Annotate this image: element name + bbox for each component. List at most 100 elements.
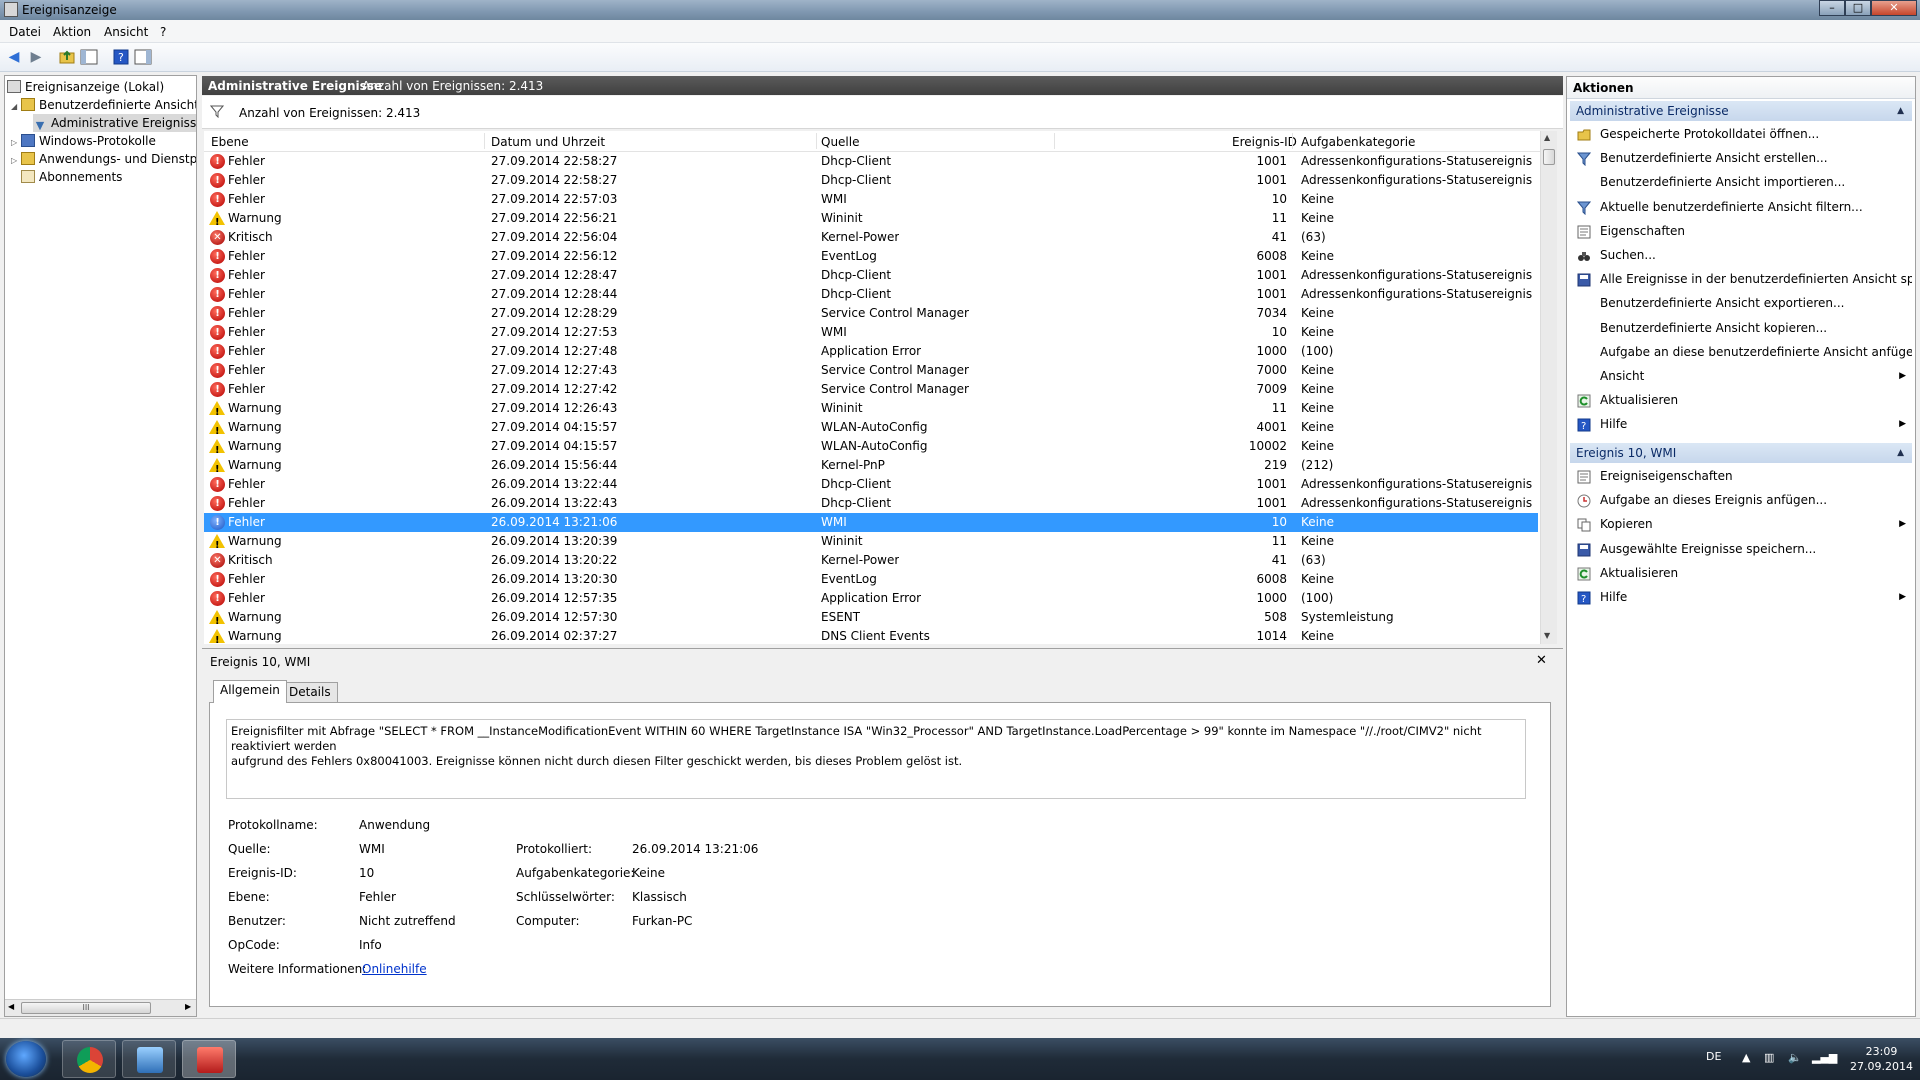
action-aktualisieren[interactable]: Aktualisieren xyxy=(1570,389,1912,411)
table-row[interactable]: ! Fehler 27.09.2014 12:27:48 Application Er… xyxy=(204,342,1538,361)
table-row[interactable]: ! Fehler 26.09.2014 12:57:35 Application Er… xyxy=(204,589,1538,608)
table-row[interactable]: ✕ Kritisch 27.09.2014 22:56:04 Kernel-Power… xyxy=(204,228,1538,247)
forward-arrow-icon[interactable]: ▶ xyxy=(27,48,45,66)
tree-node-subscriptions[interactable]: Abonnements xyxy=(11,168,122,186)
action-aufgabe-an-dieses-ereignis-anfügen[interactable]: Aufgabe an dieses Ereignis anfügen... xyxy=(1570,489,1912,511)
scroll-down-icon[interactable]: ▼ xyxy=(1544,631,1550,640)
online-help-link[interactable]: Onlinehilfe xyxy=(362,962,427,976)
language-indicator[interactable]: DE xyxy=(1706,1050,1721,1063)
tree-horizontal-scrollbar[interactable]: ◀ III ▶ xyxy=(5,999,196,1016)
up-folder-icon[interactable] xyxy=(58,48,76,66)
table-row[interactable]: ! Fehler 27.09.2014 22:56:12 EventLog 6008 Ke… xyxy=(204,247,1538,266)
signal-icon[interactable]: ▂▄▆ xyxy=(1812,1051,1837,1064)
table-row[interactable]: ! Fehler 26.09.2014 13:20:30 EventLog 6008 Ke… xyxy=(204,570,1538,589)
table-row[interactable]: ! Warnung 26.09.2014 12:57:30 ESENT 508 Syste… xyxy=(204,608,1538,627)
minimize-button[interactable]: – xyxy=(1819,0,1845,16)
table-row[interactable]: ! Fehler 26.09.2014 13:22:43 Dhcp-Client 100… xyxy=(204,494,1538,513)
action-aufgabe-an-diese-benutzerdefinierte-ansicht-anfügen[interactable]: Aufgabe an diese benutzerdefinierte Ansi… xyxy=(1570,341,1912,363)
table-row[interactable]: ! Fehler 26.09.2014 13:21:06 WMI 10 Keine xyxy=(204,513,1538,532)
event-list-header: Ebene Datum und Uhrzeit Quelle Ereignis-… xyxy=(204,131,1550,152)
column-header-event-id[interactable]: Ereignis-ID xyxy=(1232,135,1297,149)
tree-node-root[interactable]: Ereignisanzeige (Lokal) xyxy=(7,78,164,96)
action-gespeicherte-protokolldatei-öffnen[interactable]: Gespeicherte Protokolldatei öffnen... xyxy=(1570,123,1912,145)
close-detail-icon[interactable]: ✕ xyxy=(1536,653,1547,668)
table-row[interactable]: ✕ Kritisch 26.09.2014 13:20:22 Kernel-Power… xyxy=(204,551,1538,570)
collapse-triangle-icon[interactable]: ◢ xyxy=(11,98,21,116)
network-tray-icon[interactable]: ▥ xyxy=(1764,1051,1774,1064)
table-row[interactable]: ! Warnung 26.09.2014 13:20:39 Wininit 11 Kein… xyxy=(204,532,1538,551)
help-icon[interactable]: ? xyxy=(112,48,130,66)
action-aktuelle-benutzerdefinierte-ansicht-filtern[interactable]: Aktuelle benutzerdefinierte Ansicht filt… xyxy=(1570,196,1912,218)
collapse-section-icon[interactable]: ▲ xyxy=(1897,101,1904,121)
action-suchen[interactable]: Suchen... xyxy=(1570,244,1912,266)
show-hide-tree-icon[interactable] xyxy=(80,48,98,66)
action-benutzerdefinierte-ansicht-kopieren[interactable]: Benutzerdefinierte Ansicht kopieren... xyxy=(1570,317,1912,339)
action-hilfe[interactable]: ? Hilfe ▶ xyxy=(1570,586,1912,608)
action-hilfe[interactable]: ? Hilfe ▶ xyxy=(1570,413,1912,435)
scroll-up-icon[interactable]: ▲ xyxy=(1544,133,1550,142)
tab-allgemein[interactable]: Allgemein xyxy=(213,680,287,703)
actions-section-event[interactable]: Ereignis 10, WMI ▲ xyxy=(1570,443,1912,463)
table-row[interactable]: ! Fehler 27.09.2014 22:57:03 WMI 10 Keine xyxy=(204,190,1538,209)
action-ereigniseigenschaften[interactable]: Ereigniseigenschaften xyxy=(1570,465,1912,487)
show-hidden-icons-icon[interactable]: ▲ xyxy=(1742,1051,1750,1064)
action-ausgewählte-ereignisse-speichern[interactable]: Ausgewählte Ereignisse speichern... xyxy=(1570,538,1912,560)
action-eigenschaften[interactable]: Eigenschaften xyxy=(1570,220,1912,242)
table-row[interactable]: ! Warnung 27.09.2014 12:26:43 Wininit 11 Kein… xyxy=(204,399,1538,418)
tree-node-windows-logs[interactable]: ▷ Windows-Protokolle xyxy=(11,132,156,150)
start-button[interactable] xyxy=(6,1041,46,1077)
action-benutzerdefinierte-ansicht-importieren[interactable]: Benutzerdefinierte Ansicht importieren..… xyxy=(1570,171,1912,193)
table-row[interactable]: ! Fehler 27.09.2014 12:27:43 Service Contro… xyxy=(204,361,1538,380)
menu-help[interactable]: ? xyxy=(160,25,166,39)
action-ansicht[interactable]: Ansicht ▶ xyxy=(1570,365,1912,387)
table-row[interactable]: ! Warnung 27.09.2014 04:15:57 WLAN-AutoConf… xyxy=(204,437,1538,456)
taskbar-event-viewer[interactable] xyxy=(182,1040,236,1078)
table-row[interactable]: ! Warnung 26.09.2014 15:56:44 Kernel-PnP 219… xyxy=(204,456,1538,475)
column-header-source[interactable]: Quelle xyxy=(821,135,859,149)
table-row[interactable]: ! Fehler 27.09.2014 22:58:27 Dhcp-Client 100… xyxy=(204,171,1538,190)
scroll-left-icon[interactable]: ◀ xyxy=(8,1002,14,1011)
menu-aktion[interactable]: Aktion xyxy=(53,25,91,39)
table-row[interactable]: ! Warnung 27.09.2014 22:56:21 Wininit 11 Kein… xyxy=(204,209,1538,228)
action-kopieren[interactable]: Kopieren ▶ xyxy=(1570,513,1912,535)
volume-icon[interactable]: 🔈 xyxy=(1788,1051,1802,1064)
back-arrow-icon[interactable]: ◀ xyxy=(5,48,23,66)
show-hide-action-pane-icon[interactable] xyxy=(134,48,152,66)
tree-node-custom-views[interactable]: ◢ Benutzerdefinierte Ansichten xyxy=(11,96,196,116)
table-row[interactable]: ! Fehler 27.09.2014 22:58:27 Dhcp-Client 100… xyxy=(204,152,1538,171)
menu-ansicht[interactable]: Ansicht xyxy=(104,25,148,39)
column-header-datetime[interactable]: Datum und Uhrzeit xyxy=(491,135,605,149)
table-row[interactable]: ! Fehler 27.09.2014 12:27:53 WMI 10 Keine xyxy=(204,323,1538,342)
scrollbar-thumb[interactable] xyxy=(1543,149,1555,165)
scrollbar-thumb[interactable]: III xyxy=(21,1002,151,1014)
table-row[interactable]: ! Fehler 27.09.2014 12:28:47 Dhcp-Client 100… xyxy=(204,266,1538,285)
action-benutzerdefinierte-ansicht-erstellen[interactable]: Benutzerdefinierte Ansicht erstellen... xyxy=(1570,147,1912,169)
action-alle-ereignisse-in-der-benutzerdefinierten-ansicht-speic[interactable]: Alle Ereignisse in der benutzerdefiniert… xyxy=(1570,268,1912,290)
table-row[interactable]: ! Fehler 27.09.2014 12:28:44 Dhcp-Client 100… xyxy=(204,285,1538,304)
column-header-level[interactable]: Ebene xyxy=(211,135,249,149)
table-row[interactable]: ! Fehler 27.09.2014 12:27:42 Service Contro… xyxy=(204,380,1538,399)
table-row[interactable]: ! Warnung 27.09.2014 04:15:57 WLAN-AutoConf… xyxy=(204,418,1538,437)
cell-level: Fehler xyxy=(228,173,265,187)
taskbar-chrome[interactable] xyxy=(62,1040,116,1078)
table-row[interactable]: ! Fehler 26.09.2014 13:22:44 Dhcp-Client 100… xyxy=(204,475,1538,494)
menu-datei[interactable]: Datei xyxy=(9,25,41,39)
action-aktualisieren[interactable]: Aktualisieren xyxy=(1570,562,1912,584)
tab-details[interactable]: Details xyxy=(282,682,338,702)
collapse-section-icon[interactable]: ▲ xyxy=(1897,443,1904,463)
tree-node-administrative-events[interactable]: ▼ Administrative Ereignisse xyxy=(33,114,196,132)
close-window-button[interactable]: ✕ xyxy=(1871,0,1917,16)
clock[interactable]: 23:09 27.09.2014 xyxy=(1850,1044,1913,1074)
table-row[interactable]: ! Warnung 26.09.2014 02:37:27 DNS Client Ev… xyxy=(204,627,1538,644)
taskbar-control-panel[interactable] xyxy=(122,1040,176,1078)
maximize-button[interactable]: □ xyxy=(1845,0,1871,16)
table-row[interactable]: ! Fehler 27.09.2014 12:28:29 Service Contro… xyxy=(204,304,1538,323)
tree-node-app-service-logs[interactable]: ▷Anwendungs- und Dienstprotokolle xyxy=(11,150,196,168)
event-list-vertical-scrollbar[interactable]: ▲ ▼ xyxy=(1540,131,1557,644)
column-header-task-category[interactable]: Aufgabenkategorie xyxy=(1301,135,1415,149)
cell-task-category: Keine xyxy=(1301,249,1334,263)
scroll-right-icon[interactable]: ▶ xyxy=(185,1002,191,1011)
event-description[interactable]: Ereignisfilter mit Abfrage "SELECT * FRO… xyxy=(226,719,1526,799)
actions-section-admin-events[interactable]: Administrative Ereignisse ▲ xyxy=(1570,101,1912,121)
action-benutzerdefinierte-ansicht-exportieren[interactable]: Benutzerdefinierte Ansicht exportieren..… xyxy=(1570,292,1912,314)
